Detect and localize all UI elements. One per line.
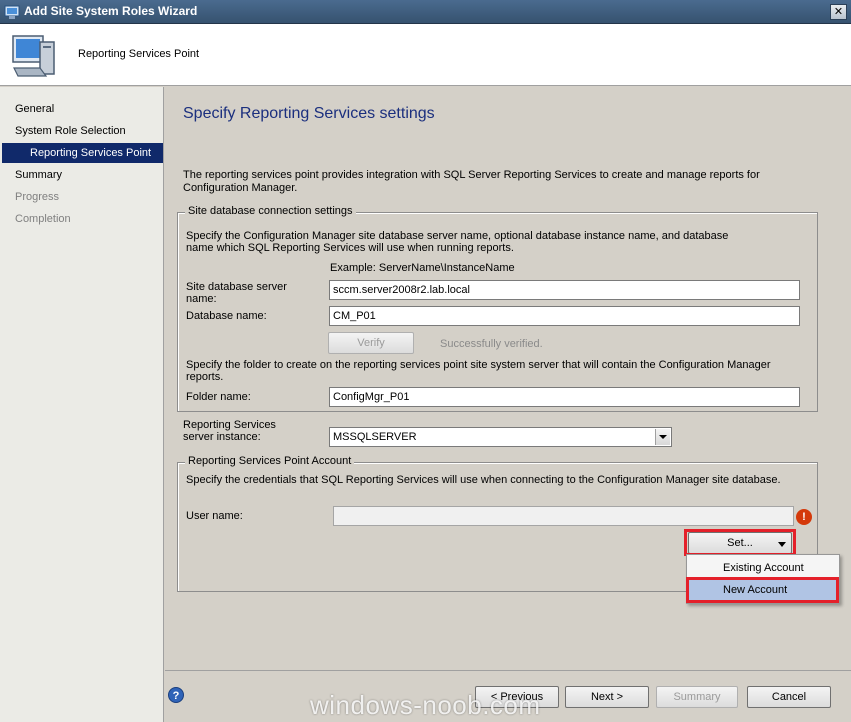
user-name-label: User name: [186, 510, 243, 522]
server-name-label: Site database server name: [186, 281, 287, 305]
database-name-input[interactable]: CM_P01 [329, 306, 800, 326]
menu-item-existing-account[interactable]: Existing Account [689, 558, 837, 578]
new-account-highlight [686, 577, 839, 603]
intro-text: The reporting services point provides in… [183, 169, 760, 194]
verify-button[interactable]: Verify [328, 332, 414, 354]
nav-item-completion: Completion [15, 213, 71, 225]
account-description: Specify the credentials that SQL Reporti… [186, 474, 781, 486]
nav-item-system-role-selection[interactable]: System Role Selection [0, 121, 163, 141]
server-instance-label: Reporting Services server instance: [183, 419, 276, 443]
user-name-input[interactable] [333, 506, 794, 526]
folder-description: Specify the folder to create on the repo… [186, 359, 771, 383]
window-title: Add Site System Roles Wizard [24, 4, 198, 18]
cancel-button[interactable]: Cancel [747, 686, 831, 708]
db-description: Specify the Configuration Manager site d… [186, 230, 729, 254]
account-legend: Reporting Services Point Account [185, 455, 355, 467]
header-title: Reporting Services Point [78, 48, 200, 60]
next-button[interactable]: Next > [565, 686, 649, 708]
server-instance-value: MSSQLSERVER [333, 431, 417, 443]
nav-item-reporting-services-point[interactable]: Reporting Services Point [2, 143, 163, 163]
summary-button[interactable]: Summary [656, 686, 738, 708]
nav-item-progress: Progress [15, 191, 60, 203]
server-name-input[interactable]: sccm.server2008r2.lab.local [329, 280, 800, 300]
wizard-nav: General System Role Selection Reporting … [0, 87, 164, 722]
error-icon: ! [796, 509, 812, 525]
database-name-label: Database name: [186, 310, 267, 322]
nav-item-summary[interactable]: Summary [0, 165, 163, 185]
help-icon[interactable]: ? [168, 687, 184, 703]
wizard-app-icon [4, 5, 20, 19]
example-text: Example: ServerName\InstanceName [330, 262, 515, 274]
computer-icon [12, 35, 55, 77]
site-database-legend: Site database connection settings [185, 205, 356, 217]
folder-name-input[interactable]: ConfigMgr_P01 [329, 387, 800, 407]
page-title: Specify Reporting Services settings [183, 105, 435, 122]
server-instance-select[interactable]: MSSQLSERVER [329, 427, 672, 447]
dropdown-arrow-icon[interactable] [655, 429, 670, 445]
nav-item-general[interactable]: General [0, 99, 163, 119]
folder-name-label: Folder name: [186, 391, 251, 403]
title-bar: Add Site System Roles Wizard ✕ [0, 0, 851, 24]
watermark: windows-noob.com [310, 690, 541, 720]
set-button-highlight [684, 529, 796, 556]
close-button[interactable]: ✕ [830, 4, 847, 20]
verify-status: Successfully verified. [440, 338, 543, 350]
wizard-header: Reporting Services Point [0, 24, 851, 86]
